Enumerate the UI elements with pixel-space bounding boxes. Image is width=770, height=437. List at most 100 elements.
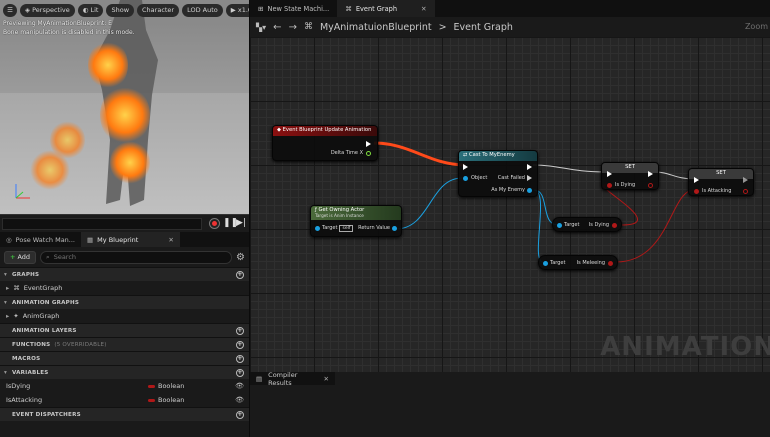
type-label: Boolean bbox=[158, 382, 185, 390]
expand-arrow-icon: ▸ bbox=[6, 312, 10, 320]
bool-out-pin[interactable] bbox=[743, 189, 748, 194]
node-event-update-animation[interactable]: ◆ Event Blueprint Update Animation Delta… bbox=[272, 125, 378, 161]
node-get-isdying[interactable]: Target Is Dying bbox=[552, 217, 622, 232]
graph-watermark: ANIMATION bbox=[600, 332, 770, 362]
graph-nav: ▚▾ ← → ⌘ MyAnimatuionBlueprint > Event G… bbox=[250, 17, 770, 37]
pin-label: Cast Failed bbox=[497, 175, 525, 181]
pin-label: Target bbox=[564, 222, 580, 228]
variable-type[interactable]: Boolean bbox=[148, 382, 184, 390]
add-macro-icon[interactable]: + bbox=[236, 355, 244, 363]
skip-forward-icon[interactable]: ▶| bbox=[236, 218, 246, 228]
node-cast-to-myenemy[interactable]: ⇄ Cast To MyEnemy Object Cast Failed As … bbox=[458, 150, 538, 197]
exec-out-pin[interactable] bbox=[527, 164, 532, 170]
exec-failed-pin[interactable] bbox=[527, 175, 532, 181]
bool-out-pin[interactable] bbox=[648, 183, 653, 188]
show-button[interactable]: Show bbox=[106, 4, 135, 17]
close-icon[interactable]: ✕ bbox=[421, 5, 427, 13]
type-label: Boolean bbox=[158, 396, 185, 404]
variable-isdying[interactable]: IsDying Boolean 👁 bbox=[0, 379, 249, 393]
section-event-dispatchers[interactable]: EVENT DISPATCHERS + bbox=[0, 407, 249, 421]
graph-item-eventgraph[interactable]: ▸ ⌘ EventGraph bbox=[0, 281, 249, 295]
fire-effect bbox=[110, 140, 150, 185]
object-pin[interactable] bbox=[463, 176, 468, 181]
gear-icon[interactable]: ⚙ bbox=[236, 252, 245, 263]
bool-pin[interactable] bbox=[694, 189, 699, 194]
overridable-count: (5 OVERRIDABLE) bbox=[54, 341, 107, 348]
close-icon[interactable]: ✕ bbox=[324, 375, 329, 383]
node-get-ismeleeing[interactable]: Target Is Meleeing bbox=[538, 255, 618, 270]
node-header: ƒ Get Owning Actor Target is Anim Instan… bbox=[311, 206, 401, 220]
object-out-pin[interactable] bbox=[527, 188, 532, 193]
visibility-eye-icon[interactable]: 👁 bbox=[235, 382, 244, 390]
breadcrumb-separator: > bbox=[438, 21, 447, 33]
close-icon[interactable]: ✕ bbox=[168, 236, 173, 244]
pin-label: Return Value bbox=[358, 225, 390, 231]
bool-pin[interactable] bbox=[607, 183, 612, 188]
graph-icon: ⌘ bbox=[303, 22, 313, 32]
tab-pose-watch[interactable]: ◎ Pose Watch Man... bbox=[0, 232, 81, 247]
graph-icon: ⌘ bbox=[345, 4, 352, 13]
node-set-isdying[interactable]: SET Is Dying bbox=[601, 162, 659, 190]
speed-button[interactable]: ▶ x1.0 bbox=[225, 4, 249, 17]
exec-out-pin[interactable] bbox=[366, 141, 371, 147]
add-dispatcher-icon[interactable]: + bbox=[236, 411, 244, 419]
visibility-eye-icon[interactable]: 👁 bbox=[235, 396, 244, 404]
node-title: Cast To MyEnemy bbox=[469, 152, 515, 158]
section-animation-layers[interactable]: ANIMATION LAYERS + bbox=[0, 323, 249, 337]
exec-out-pin[interactable] bbox=[743, 177, 748, 183]
float-pin[interactable] bbox=[366, 151, 371, 156]
target-pin[interactable] bbox=[557, 223, 562, 228]
target-pin[interactable] bbox=[315, 226, 320, 231]
hamburger-icon[interactable]: ☰ bbox=[3, 4, 17, 17]
graph-options-icon[interactable]: ▚▾ bbox=[256, 23, 266, 32]
section-macros[interactable]: MACROS + bbox=[0, 351, 249, 365]
section-animation-graphs[interactable]: ▾ ANIMATION GRAPHS bbox=[0, 295, 249, 309]
exec-in-pin[interactable] bbox=[463, 164, 468, 170]
tab-event-graph[interactable]: ⌘ Event Graph ✕ bbox=[337, 0, 435, 17]
variable-name: IsAttacking bbox=[6, 396, 43, 404]
add-variable-icon[interactable]: + bbox=[236, 369, 244, 377]
exec-in-pin[interactable] bbox=[694, 177, 699, 183]
node-set-isattacking[interactable]: SET Is Attacking bbox=[688, 168, 754, 196]
timeline-track[interactable] bbox=[2, 218, 202, 230]
tab-state-machine[interactable]: ⊞ New State Machi... bbox=[250, 0, 337, 17]
character-button[interactable]: Character bbox=[137, 4, 180, 17]
tab-my-blueprint[interactable]: ▦ My Blueprint ✕ bbox=[81, 232, 180, 247]
add-layer-icon[interactable]: + bbox=[236, 327, 244, 335]
event-graph-canvas[interactable]: ◆ Event Blueprint Update Animation Delta… bbox=[250, 37, 770, 372]
lod-button[interactable]: LOD Auto bbox=[182, 4, 223, 17]
bool-out-pin[interactable] bbox=[608, 261, 613, 266]
add-graph-icon[interactable]: + bbox=[236, 271, 244, 279]
return-pin[interactable] bbox=[392, 226, 397, 231]
variable-type[interactable]: Boolean bbox=[148, 396, 184, 404]
exec-out-pin[interactable] bbox=[648, 171, 653, 177]
node-header: ◆ Event Blueprint Update Animation bbox=[273, 126, 377, 136]
perspective-button[interactable]: ◈ Perspective bbox=[20, 4, 75, 17]
target-pin[interactable] bbox=[543, 261, 548, 266]
section-variables[interactable]: ▾ VARIABLES + bbox=[0, 365, 249, 379]
animation-viewport[interactable]: ☰ ◈ Perspective ◐ Lit Show Character LOD… bbox=[0, 0, 249, 232]
exec-in-pin[interactable] bbox=[607, 171, 612, 177]
node-get-owning-actor[interactable]: ƒ Get Owning Actor Target is Anim Instan… bbox=[310, 205, 402, 237]
breadcrumb-blueprint[interactable]: MyAnimatuionBlueprint bbox=[320, 22, 432, 33]
state-machine-icon: ⊞ bbox=[258, 4, 264, 13]
search-input[interactable] bbox=[53, 253, 227, 261]
self-value[interactable]: self bbox=[339, 225, 354, 232]
plus-icon: + bbox=[10, 253, 16, 261]
add-button[interactable]: + Add bbox=[4, 250, 37, 264]
graph-item-animgraph[interactable]: ▸ ✦ AnimGraph bbox=[0, 309, 249, 323]
variable-isattacking[interactable]: IsAttacking Boolean 👁 bbox=[0, 393, 249, 407]
left-tabs: ◎ Pose Watch Man... ▦ My Blueprint ✕ bbox=[0, 232, 249, 247]
tab-compiler-results[interactable]: ▤ Compiler Results ✕ bbox=[250, 371, 335, 387]
add-function-icon[interactable]: + bbox=[236, 341, 244, 349]
axis-gizmo-icon bbox=[15, 184, 30, 199]
section-functions[interactable]: FUNCTIONS (5 OVERRIDABLE) + bbox=[0, 337, 249, 351]
breadcrumb-graph[interactable]: Event Graph bbox=[454, 22, 513, 33]
back-arrow-icon[interactable]: ← bbox=[273, 22, 281, 33]
record-icon[interactable] bbox=[209, 218, 220, 229]
bool-out-pin[interactable] bbox=[612, 223, 617, 228]
section-graphs[interactable]: ▾ GRAPHS + bbox=[0, 267, 249, 281]
lit-button[interactable]: ◐ Lit bbox=[77, 4, 104, 17]
forward-arrow-icon[interactable]: → bbox=[289, 22, 297, 33]
node-title: Event Blueprint Update Animation bbox=[282, 127, 372, 133]
